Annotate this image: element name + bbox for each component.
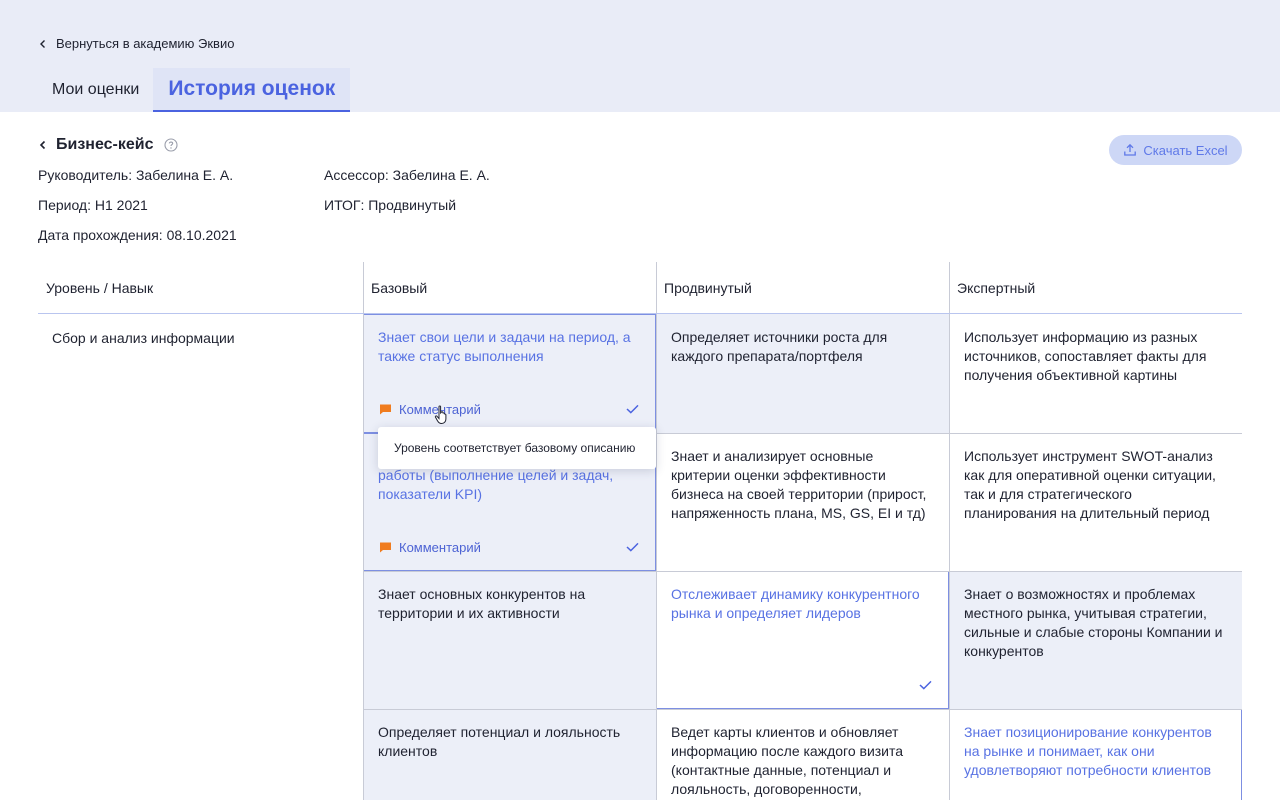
chevron-left-icon xyxy=(40,39,45,48)
cell-expert-1[interactable]: Использует информацию из разных источник… xyxy=(949,314,1242,433)
case-title: Бизнес-кейс xyxy=(56,136,154,153)
cell-text: Ведет карты клиентов и обновляет информа… xyxy=(671,724,904,797)
cell-advanced-3[interactable]: Отслеживает динамику конкурентного рынка… xyxy=(656,571,949,709)
hand-cursor-icon xyxy=(434,405,447,425)
grid-line xyxy=(656,433,1242,434)
check-icon xyxy=(919,680,932,690)
grid-line xyxy=(363,709,1242,710)
col-header-level-skill: Уровень / Навык xyxy=(46,280,154,296)
grid-line xyxy=(949,262,950,800)
col-header-advanced: Продвинутый xyxy=(664,280,752,296)
cell-advanced-1[interactable]: Определяет источники роста для каждого п… xyxy=(656,314,949,433)
comment-label: Комментарий xyxy=(399,540,481,555)
header-divider xyxy=(38,313,1242,314)
assessor-info: Ассессор: Забелина Е. А. xyxy=(324,167,490,183)
cell-text: Знает основных конкурентов на территории… xyxy=(378,586,586,621)
cell-basic-3[interactable]: Знает основных конкурентов на территории… xyxy=(363,571,656,709)
tab-ratings-history[interactable]: История оценок xyxy=(153,68,351,112)
col-header-expert: Экспертный xyxy=(957,280,1036,296)
download-excel-label: Скачать Excel xyxy=(1143,142,1228,158)
case-header: Бизнес-кейс xyxy=(38,136,178,154)
grid-line xyxy=(656,262,657,800)
chevron-left-icon[interactable] xyxy=(38,140,48,150)
cell-text: Использует информацию из разных источник… xyxy=(964,329,1207,383)
comment-link[interactable]: Комментарий xyxy=(379,538,481,557)
comment-flag-icon xyxy=(380,542,391,553)
cell-text: Знает позиционирование конкурентов на ры… xyxy=(964,724,1212,778)
skill-name: Сбор и анализ информации xyxy=(52,330,235,346)
check-icon xyxy=(626,542,639,552)
back-link[interactable]: Вернуться в академию Эквио xyxy=(38,36,234,51)
comment-link[interactable]: Комментарий xyxy=(379,400,481,419)
grid-line xyxy=(363,262,364,800)
cell-expert-4[interactable]: Знает позиционирование конкурентов на ры… xyxy=(949,709,1242,800)
comment-flag-icon xyxy=(380,404,391,415)
cell-text: работы (выполнение целей и задач, показа… xyxy=(378,467,614,502)
col-header-basic: Базовый xyxy=(371,280,428,296)
cell-text: Использует инструмент SWOT-анализ как дл… xyxy=(964,448,1216,521)
tab-my-ratings[interactable]: Мои оценки xyxy=(38,68,153,112)
back-link-label: Вернуться в академию Эквио xyxy=(56,36,235,51)
cell-text: Знает о возможностях и проблемах местног… xyxy=(964,586,1223,659)
cell-advanced-4[interactable]: Ведет карты клиентов и обновляет информа… xyxy=(656,709,949,800)
date-info: Дата прохождения: 08.10.2021 xyxy=(38,227,237,243)
cell-text: Определяет источники роста для каждого п… xyxy=(671,329,888,364)
check-icon xyxy=(626,404,639,414)
period-info: Период: H1 2021 xyxy=(38,197,148,213)
tabs: Мои оценки История оценок xyxy=(38,68,351,112)
cell-basic-4[interactable]: Определяет потенциал и лояльность клиент… xyxy=(363,709,656,800)
upload-icon xyxy=(1124,143,1137,156)
result-info: ИТОГ: Продвинутый xyxy=(324,197,457,213)
cell-basic-1[interactable]: Знает свои цели и задачи на период, а та… xyxy=(363,314,656,433)
manager-info: Руководитель: Забелина Е. А. xyxy=(38,167,234,183)
download-excel-button[interactable]: Скачать Excel xyxy=(1109,135,1242,165)
cell-advanced-2[interactable]: Знает и анализирует основные критерии оц… xyxy=(656,433,949,571)
help-icon[interactable] xyxy=(163,138,178,152)
cell-expert-3[interactable]: Знает о возможностях и проблемах местног… xyxy=(949,571,1242,709)
cell-text: Знает и анализирует основные критерии оц… xyxy=(671,448,927,521)
cell-expert-2[interactable]: Использует инструмент SWOT-анализ как дл… xyxy=(949,433,1242,571)
cell-text: Отслеживает динамику конкурентного рынка… xyxy=(671,586,920,621)
cell-text: Знает свои цели и задачи на период, а та… xyxy=(378,329,631,364)
cell-text: Определяет потенциал и лояльность клиент… xyxy=(378,724,621,759)
comment-tooltip: Уровень соответствует базовому описанию xyxy=(378,427,656,469)
grid-line xyxy=(363,571,1242,572)
